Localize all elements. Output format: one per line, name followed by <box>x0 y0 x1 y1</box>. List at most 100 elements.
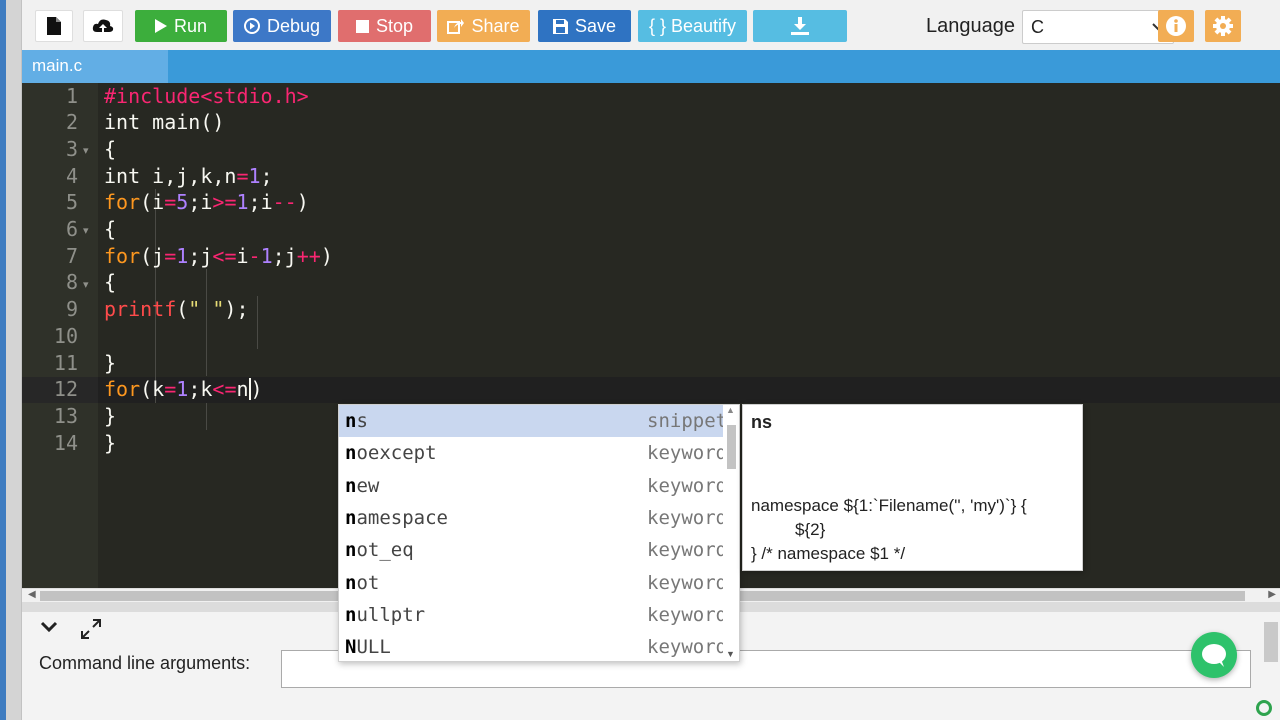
code-token: 1 <box>176 243 189 268</box>
line-number: 8 <box>65 270 78 295</box>
code-token: (i <box>140 190 165 215</box>
code-token: ;j <box>272 243 297 268</box>
autocomplete-item-name: new <box>345 474 380 497</box>
code-line-9: printf(" "); <box>104 297 249 321</box>
save-label: Save <box>574 15 617 36</box>
code-token: int main() <box>104 110 225 135</box>
file-tab-bar: main.c <box>22 50 1280 83</box>
upload-button[interactable] <box>83 10 123 42</box>
line-number: 2 <box>65 110 78 135</box>
autocomplete-item[interactable]: noexcept keyword <box>339 437 723 469</box>
cloud-upload-icon <box>92 19 114 32</box>
code-token: = <box>164 243 177 268</box>
autocomplete-popup: ns snippet noexcept keyword new keyword namesp… <box>338 404 740 662</box>
code-token: <= <box>212 377 237 402</box>
left-edge-strip <box>0 0 22 720</box>
autocomplete-item-type: snippet <box>647 410 723 432</box>
code-token: } <box>104 350 117 375</box>
code-token: 1 <box>176 377 189 402</box>
autocomplete-item-name: NULL <box>345 636 391 659</box>
beautify-button[interactable]: { } Beautify <box>638 10 747 42</box>
code-line-11: } <box>104 351 116 375</box>
autocomplete-item[interactable]: ns snippet <box>339 405 723 438</box>
code-token: ;i <box>188 190 213 215</box>
scroll-down-arrow-icon[interactable]: ▼ <box>726 649 735 659</box>
autocomplete-item-name: namespace <box>345 506 448 529</box>
autocomplete-item-name: not <box>345 571 380 594</box>
line-number: 13 <box>53 403 78 428</box>
code-token: #include <box>104 83 201 108</box>
panel-scrollbar[interactable] <box>1264 622 1278 662</box>
code-token: 1 <box>236 190 249 215</box>
code-token: ++ <box>296 243 321 268</box>
scroll-up-arrow-icon[interactable]: ▲ <box>726 405 735 415</box>
file-icon <box>47 17 61 35</box>
code-line-14: } <box>104 431 116 455</box>
chevron-down-icon[interactable] <box>40 620 58 634</box>
online-c-compiler: Run Debug Stop Share Save { } Beautify L… <box>0 0 1280 720</box>
code-token: for <box>104 190 141 215</box>
code-token: = <box>164 377 177 402</box>
share-button[interactable]: Share <box>437 10 530 42</box>
code-token: ;k <box>188 377 213 402</box>
code-token: } <box>104 430 117 455</box>
code-token: = <box>236 163 249 188</box>
expand-icon[interactable] <box>80 618 102 640</box>
info-icon <box>1166 16 1186 36</box>
scroll-right-arrow-icon[interactable]: ▶ <box>1268 589 1276 600</box>
autocomplete-item[interactable]: namespace keyword <box>339 502 723 534</box>
autocomplete-item-type: keyword <box>647 474 723 497</box>
code-token: ( <box>176 297 189 322</box>
code-line-13: } <box>104 404 116 428</box>
save-button[interactable]: Save <box>538 10 631 42</box>
gear-icon <box>1213 16 1233 36</box>
line-number: 1 <box>65 83 78 108</box>
autocomplete-item[interactable]: not_eq keyword <box>339 534 723 566</box>
indent-guide <box>206 269 207 376</box>
autocomplete-item-name: nullptr <box>345 603 426 626</box>
fold-toggle-icon[interactable]: ▾ <box>83 278 89 291</box>
scrollbar-thumb[interactable] <box>727 425 736 469</box>
line-number: 7 <box>65 243 78 268</box>
new-file-button[interactable] <box>35 10 73 42</box>
line-number: 5 <box>65 190 78 215</box>
code-token: { <box>104 270 117 295</box>
debug-icon <box>243 18 260 34</box>
indent-guide <box>206 403 207 430</box>
tab-main-c[interactable]: main.c <box>22 50 168 83</box>
code-token: } <box>104 403 117 428</box>
info-button[interactable] <box>1158 10 1194 42</box>
autocomplete-item[interactable]: not keyword <box>339 567 723 599</box>
autocomplete-scrollbar[interactable]: ▲ ▼ <box>725 405 737 659</box>
stop-icon <box>355 19 369 33</box>
download-button[interactable] <box>753 10 847 42</box>
doc-line: namespace ${1:`Filename('', 'my')`} { <box>751 496 1027 515</box>
code-token: -- <box>272 190 297 215</box>
fold-toggle-icon[interactable]: ▾ <box>83 224 89 237</box>
stop-button[interactable]: Stop <box>338 10 431 42</box>
code-token: ;j <box>188 243 213 268</box>
play-icon <box>154 19 167 33</box>
code-token: { <box>104 136 117 161</box>
debug-button[interactable]: Debug <box>233 10 331 42</box>
code-token: (k <box>140 377 165 402</box>
fold-toggle-icon[interactable]: ▾ <box>83 144 89 157</box>
language-select[interactable]: C <box>1022 10 1174 44</box>
autocomplete-item[interactable]: NULL keyword <box>339 631 723 663</box>
line-number: 3 <box>65 136 78 161</box>
code-token: n <box>236 377 249 402</box>
autocomplete-item[interactable]: new keyword <box>339 470 723 502</box>
line-number: 6 <box>65 217 78 241</box>
autocomplete-item-name: not_eq <box>345 539 414 562</box>
line-number: 4 <box>65 163 78 188</box>
code-token: (j <box>140 243 165 268</box>
code-token: 1 <box>260 243 273 268</box>
chat-button[interactable] <box>1191 632 1237 678</box>
autocomplete-item[interactable]: nullptr keyword <box>339 599 723 631</box>
indent-guide <box>155 189 156 403</box>
code-line-2: int main() <box>104 110 224 134</box>
run-button[interactable]: Run <box>135 10 227 42</box>
settings-button[interactable] <box>1205 10 1241 42</box>
debug-label: Debug <box>266 15 321 36</box>
scroll-left-arrow-icon[interactable]: ◀ <box>28 589 36 600</box>
